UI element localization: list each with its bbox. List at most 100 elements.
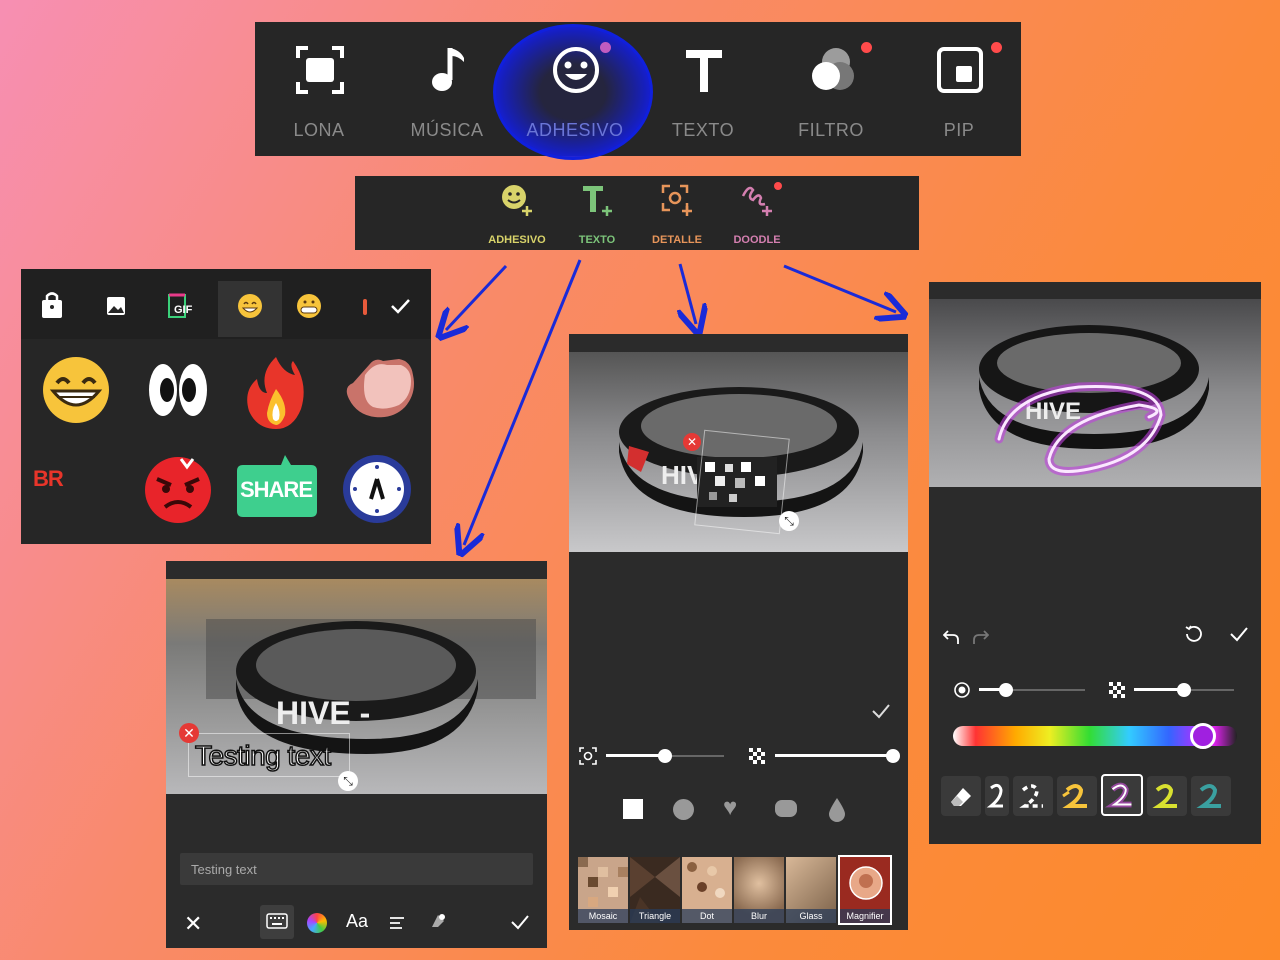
effect-label: Blur xyxy=(734,909,784,923)
redo-icon[interactable] xyxy=(973,629,989,645)
pip-icon xyxy=(937,47,983,93)
brush-dashed[interactable] xyxy=(1013,776,1053,816)
eraser-tool[interactable] xyxy=(941,776,981,816)
text-tools-bar: ✕ Aa xyxy=(166,901,547,948)
subtool-adhesivo[interactable]: ADHESIVO xyxy=(477,176,557,250)
sticker-picker: GIF BR SHARE xyxy=(21,269,431,544)
keyboard-icon[interactable] xyxy=(266,913,288,929)
tool-musica[interactable]: MÚSICA xyxy=(383,22,511,156)
effect-blur[interactable]: Blur xyxy=(734,857,784,923)
effect-label: Dot xyxy=(682,909,732,923)
effect-dot[interactable]: Dot xyxy=(682,857,732,923)
shape-drop[interactable] xyxy=(827,796,847,822)
doodle-size-slider[interactable] xyxy=(979,680,1085,700)
check-icon[interactable] xyxy=(377,283,423,329)
arrow-to-stickers xyxy=(446,264,508,330)
brush-solid-white[interactable] xyxy=(985,776,1009,816)
grinning-face-sticker[interactable] xyxy=(39,353,113,427)
effect-label: Mosaic xyxy=(578,909,628,923)
brush-style-strip xyxy=(939,774,1253,818)
subtool-texto[interactable]: TEXTO xyxy=(557,176,637,250)
effect-magnifier[interactable]: Magnifier xyxy=(838,855,892,925)
tool-label: PIP xyxy=(943,120,975,140)
image-icon[interactable] xyxy=(93,283,139,329)
tool-adhesivo[interactable]: ADHESIVO xyxy=(511,22,639,156)
shape-circle[interactable] xyxy=(673,799,694,820)
brush-neon-teal[interactable] xyxy=(1191,776,1231,816)
resize-handle-icon[interactable]: ⤡ xyxy=(779,511,799,531)
delete-overlay-button[interactable]: ✕ xyxy=(179,723,199,743)
resize-handle-icon[interactable]: ⤡ xyxy=(338,771,358,791)
text-t-icon xyxy=(686,50,722,92)
close-icon[interactable]: ✕ xyxy=(184,911,202,937)
br-label[interactable]: BR xyxy=(33,466,64,492)
tool-pip[interactable]: PIP xyxy=(895,22,1023,156)
filter-circles-icon xyxy=(812,48,854,90)
tool-filtro[interactable]: FILTRO xyxy=(767,22,895,156)
gif-icon[interactable]: GIF xyxy=(157,283,203,329)
fire-sticker[interactable] xyxy=(239,353,313,433)
bag-icon[interactable] xyxy=(29,283,75,329)
angry-face-sticker[interactable] xyxy=(141,453,215,527)
effect-triangle[interactable]: Triangle xyxy=(630,857,680,923)
color-spectrum-slider[interactable] xyxy=(953,723,1237,749)
badge-dot xyxy=(600,42,611,53)
waving-hand-sticker[interactable] xyxy=(335,353,419,433)
align-icon[interactable] xyxy=(389,915,405,931)
slider-knob[interactable] xyxy=(1177,683,1191,697)
confirm-check-icon[interactable] xyxy=(871,702,891,720)
text-input[interactable]: Testing text xyxy=(180,853,533,885)
doodle-panel: HIVE xyxy=(929,282,1261,844)
subtool-label: DETALLE xyxy=(652,234,702,246)
effect-mosaic[interactable]: Mosaic xyxy=(578,857,628,923)
tool-label: ADHESIVO xyxy=(526,120,624,140)
arrow-to-doodle xyxy=(783,264,896,312)
slider-knob[interactable] xyxy=(999,683,1013,697)
brush-size-slider[interactable] xyxy=(606,746,724,766)
brush-neon-purple-selected[interactable] xyxy=(1101,774,1143,816)
font-icon[interactable]: Aa xyxy=(346,911,368,932)
grin-emoji-icon[interactable] xyxy=(227,283,273,329)
photo-band-text: HIVE - xyxy=(276,695,370,731)
shape-square[interactable] xyxy=(623,799,643,819)
confirm-check-icon[interactable] xyxy=(1229,626,1249,642)
delete-overlay-button[interactable]: ✕ xyxy=(683,433,701,451)
doodle-opacity-slider[interactable] xyxy=(1134,680,1234,700)
reset-icon[interactable] xyxy=(1185,625,1203,643)
effect-glass[interactable]: Glass xyxy=(786,857,836,923)
tool-label: LONA xyxy=(293,120,345,140)
tool-label: TEXTO xyxy=(671,120,735,140)
tab-partial xyxy=(363,299,367,315)
undo-icon[interactable] xyxy=(943,629,959,645)
shape-rounded-rect[interactable] xyxy=(775,800,797,817)
confirm-check-icon[interactable] xyxy=(510,913,530,931)
clock-sticker[interactable] xyxy=(341,453,413,525)
brush-neon-green[interactable] xyxy=(1147,776,1187,816)
badge-dot xyxy=(861,42,872,53)
brush-teal-glow-icon xyxy=(1196,784,1221,808)
photo-canvas: HIVE xyxy=(929,299,1261,487)
share-sticker[interactable]: SHARE xyxy=(233,453,319,519)
brush-yellow-glow-icon xyxy=(1062,784,1087,808)
color-wheel-icon[interactable] xyxy=(307,913,327,933)
sticker-tabs: GIF xyxy=(21,269,431,339)
slider-fill xyxy=(606,754,665,757)
tool-texto[interactable]: TEXTO xyxy=(639,22,767,156)
subtool-doodle[interactable]: DOODLE xyxy=(717,176,797,250)
subtool-detalle[interactable]: DETALLE xyxy=(637,176,717,250)
style-icon[interactable] xyxy=(428,911,448,931)
brush-solid-icon xyxy=(986,783,1003,808)
tool-lona[interactable]: LONA xyxy=(255,22,383,156)
badge-dot xyxy=(774,182,782,190)
color-picker-knob[interactable] xyxy=(1190,723,1216,749)
eyes-sticker[interactable] xyxy=(141,353,215,427)
shape-heart[interactable]: ♥ xyxy=(723,794,737,822)
brush-neon-yellow[interactable] xyxy=(1057,776,1097,816)
slider-knob[interactable] xyxy=(658,749,672,763)
detail-select-box[interactable] xyxy=(694,429,790,535)
text-overlay-box[interactable]: Testing text xyxy=(188,733,350,777)
slider-knob[interactable] xyxy=(886,749,900,763)
intensity-slider[interactable] xyxy=(775,746,900,766)
checker-intensity-icon xyxy=(749,748,765,764)
grimace-emoji-icon[interactable] xyxy=(286,283,332,329)
